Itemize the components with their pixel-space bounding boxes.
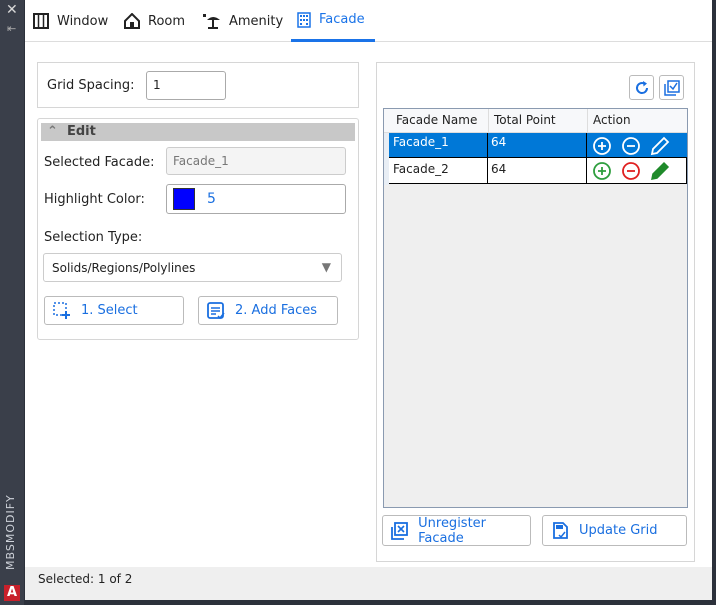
house-icon xyxy=(124,13,140,29)
tab-bar: Window Room Amenity Facade xyxy=(25,0,712,42)
add-faces-button[interactable]: 2. Add Faces xyxy=(198,296,338,325)
chevron-down-icon: ▼ xyxy=(321,260,331,274)
add-point-icon[interactable] xyxy=(593,137,611,155)
select-button[interactable]: 1. Select xyxy=(44,296,184,325)
selected-facade-label: Selected Facade: xyxy=(44,155,155,170)
update-grid-icon xyxy=(553,521,568,539)
selected-facade-field: Facade_1 xyxy=(166,147,346,175)
grid-spacing-input[interactable]: 1 xyxy=(146,71,226,100)
selection-type-label: Selection Type: xyxy=(44,230,143,245)
tab-facade[interactable]: Facade xyxy=(291,0,375,42)
tab-window[interactable]: Window xyxy=(33,0,108,42)
close-icon[interactable]: ✕ xyxy=(6,2,18,18)
unregister-facade-button[interactable]: Unregister Facade xyxy=(382,515,531,546)
grid-spacing-group: Grid Spacing: 1 xyxy=(37,62,359,108)
update-grid-button[interactable]: Update Grid xyxy=(542,515,687,546)
total-point: 64 xyxy=(491,162,507,176)
facade-table: Facade Name Total Point Action Facade_1 … xyxy=(383,108,688,508)
tab-label: Amenity xyxy=(229,13,284,29)
column-header[interactable]: Facade Name xyxy=(392,109,481,131)
update-grid-label: Update Grid xyxy=(579,523,658,538)
highlight-color-label: Highlight Color: xyxy=(44,192,145,207)
remove-point-icon[interactable] xyxy=(622,162,640,180)
remove-point-icon[interactable] xyxy=(622,137,640,155)
selection-type-value: Solids/Regions/Polylines xyxy=(52,261,196,275)
tab-room[interactable]: Room xyxy=(124,0,185,42)
edit-header[interactable]: ⌃ Edit xyxy=(41,123,355,141)
refresh-icon xyxy=(635,80,648,94)
collapse-icon: ⌃ xyxy=(47,124,58,139)
window-icon xyxy=(33,13,49,29)
autocad-logo: A xyxy=(4,585,20,601)
color-swatch xyxy=(173,188,195,210)
column-header[interactable]: Action xyxy=(589,109,635,131)
grid-spacing-label: Grid Spacing: xyxy=(47,78,135,93)
edit-pencil-icon[interactable] xyxy=(650,136,670,156)
edit-group: ⌃ Edit Selected Facade: Facade_1 Highlig… xyxy=(37,118,359,340)
unregister-label: Unregister Facade xyxy=(418,515,487,546)
umbrella-icon xyxy=(203,14,220,29)
column-header[interactable]: Total Point xyxy=(490,109,560,131)
status-bar: Selected: 1 of 2 xyxy=(25,567,712,600)
facade-name: Facade_2 xyxy=(393,162,449,176)
select-region-icon xyxy=(53,301,70,319)
select-all-icon xyxy=(663,79,680,96)
add-point-icon[interactable] xyxy=(593,162,611,180)
tab-label: Window xyxy=(57,13,109,29)
refresh-button[interactable] xyxy=(629,75,654,100)
selection-type-dropdown[interactable]: Solids/Regions/Polylines ▼ xyxy=(43,253,342,282)
row-header-strip xyxy=(384,133,389,185)
add-faces-icon xyxy=(207,301,225,319)
select-button-label: 1. Select xyxy=(81,303,138,318)
edit-header-label: Edit xyxy=(66,124,96,139)
tab-amenity[interactable]: Amenity xyxy=(203,0,283,42)
side-strip: ✕ ⇤ MBSMODIFY A xyxy=(0,0,24,605)
table-row[interactable]: Facade_1 64 xyxy=(389,133,687,158)
table-header: Facade Name Total Point Action xyxy=(384,109,687,133)
edit-pencil-icon[interactable] xyxy=(651,161,670,180)
palette-title: MBSMODIFY xyxy=(4,494,17,570)
select-all-button[interactable] xyxy=(659,75,684,100)
add-faces-button-label: 2. Add Faces xyxy=(235,303,318,318)
pin-icon[interactable]: ⇤ xyxy=(7,22,16,35)
tab-label: Facade xyxy=(319,12,365,27)
status-text: Selected: 1 of 2 xyxy=(38,572,133,586)
facade-name: Facade_1 xyxy=(393,135,449,149)
row-actions xyxy=(593,161,670,180)
building-icon xyxy=(297,11,311,28)
main-panel: Window Room Amenity Facade Grid Spacing:… xyxy=(25,0,712,600)
highlight-color-picker[interactable]: 5 xyxy=(166,184,346,214)
color-index: 5 xyxy=(207,191,216,207)
total-point: 64 xyxy=(491,135,507,149)
row-actions xyxy=(593,136,670,156)
unregister-icon xyxy=(391,521,408,540)
tab-label: Room xyxy=(148,13,186,29)
table-row[interactable]: Facade_2 64 xyxy=(389,158,687,184)
